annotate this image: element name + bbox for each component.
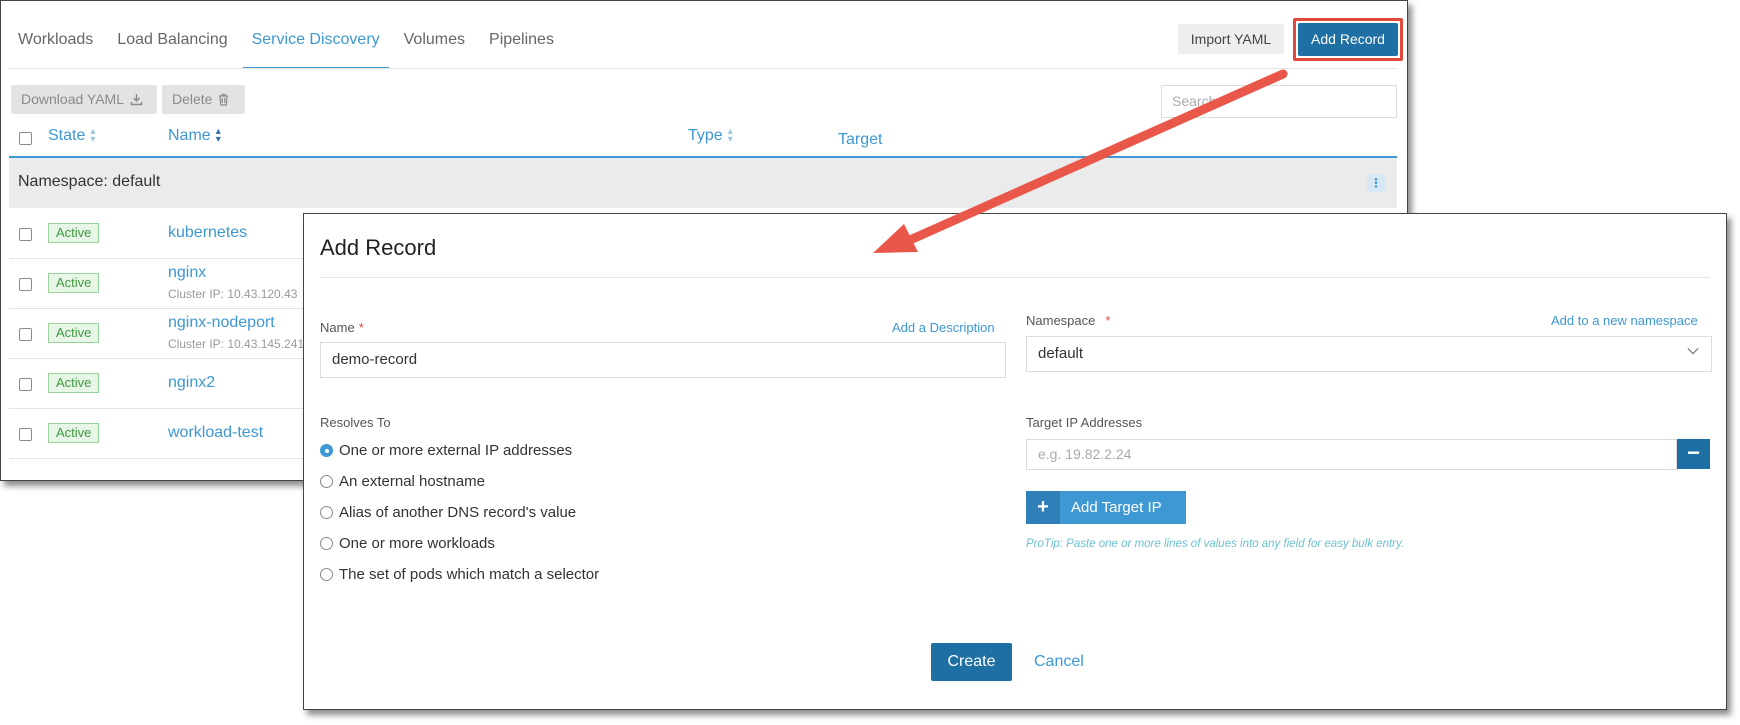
create-button[interactable]: Create bbox=[931, 643, 1012, 681]
radio-pod-selector[interactable]: The set of pods which match a selector bbox=[320, 566, 599, 583]
row-checkbox[interactable] bbox=[19, 328, 32, 341]
cancel-button[interactable]: Cancel bbox=[1034, 653, 1084, 671]
delete-button[interactable]: Delete bbox=[162, 85, 245, 114]
namespace-group-label: Namespace: default bbox=[18, 173, 161, 190]
radio-external-hostname[interactable]: An external hostname bbox=[320, 473, 485, 490]
status-badge: Active bbox=[48, 223, 100, 243]
download-icon bbox=[130, 94, 143, 106]
status-badge: Active bbox=[48, 373, 100, 393]
kebab-menu-icon[interactable]: ⋮ bbox=[1367, 174, 1385, 192]
download-yaml-button[interactable]: Download YAML bbox=[11, 85, 157, 114]
column-type-label: Type bbox=[688, 127, 723, 144]
column-state-label: State bbox=[48, 127, 86, 144]
sort-icon: ▴ ▾ bbox=[215, 126, 221, 145]
column-header-name[interactable]: Name ▴ ▾ bbox=[168, 127, 221, 145]
service-name-link[interactable]: workload-test bbox=[168, 424, 263, 442]
add-record-modal: Add Record Name * Add a Description demo-… bbox=[303, 213, 1727, 710]
select-all-checkbox[interactable] bbox=[19, 132, 32, 145]
namespace-selected-value: default bbox=[1038, 345, 1084, 362]
download-yaml-label: Download YAML bbox=[21, 91, 124, 107]
radio-workloads[interactable]: One or more workloads bbox=[320, 535, 495, 552]
service-name-link[interactable]: kubernetes bbox=[168, 224, 247, 242]
status-badge: Active bbox=[48, 423, 100, 443]
add-namespace-link[interactable]: Add to a new namespace bbox=[1551, 313, 1698, 328]
row-checkbox[interactable] bbox=[19, 228, 32, 241]
radio-external-ips[interactable]: One or more external IP addresses bbox=[320, 442, 572, 459]
required-marker: * bbox=[1105, 313, 1111, 328]
tab-service-discovery[interactable]: Service Discovery bbox=[242, 21, 389, 69]
target-ip-input[interactable]: e.g. 19.82.2.24 bbox=[1026, 439, 1677, 470]
modal-title: Add Record bbox=[320, 235, 437, 260]
row-checkbox[interactable] bbox=[19, 278, 32, 291]
chevron-down-icon bbox=[1687, 348, 1699, 355]
search-input[interactable]: Search bbox=[1161, 85, 1397, 118]
service-name-link[interactable]: nginx bbox=[168, 264, 206, 282]
resolves-to-label: Resolves To bbox=[320, 415, 391, 430]
radio-label: The set of pods which match a selector bbox=[339, 566, 600, 583]
status-badge: Active bbox=[48, 323, 100, 343]
tab-load-balancing[interactable]: Load Balancing bbox=[108, 21, 236, 69]
tab-volumes[interactable]: Volumes bbox=[395, 21, 474, 69]
name-input[interactable]: demo-record bbox=[320, 342, 1006, 378]
add-target-ip-button[interactable]: + Add Target IP bbox=[1026, 491, 1186, 524]
minus-icon: − bbox=[1687, 440, 1700, 465]
nav-tabs: Workloads Load Balancing Service Discove… bbox=[9, 21, 569, 69]
cluster-ip-text: Cluster IP: 10.43.120.43 bbox=[168, 287, 298, 301]
import-yaml-button[interactable]: Import YAML bbox=[1178, 24, 1284, 54]
tab-workloads[interactable]: Workloads bbox=[9, 21, 102, 69]
row-checkbox[interactable] bbox=[19, 428, 32, 441]
radio-button[interactable] bbox=[320, 568, 333, 581]
cluster-ip-text: Cluster IP: 10.43.145.241 bbox=[168, 337, 305, 351]
sort-icon: ▴ ▾ bbox=[90, 126, 96, 145]
namespace-group-row: Namespace: default ⋮ bbox=[9, 158, 1397, 208]
required-marker: * bbox=[358, 320, 364, 335]
column-header-state[interactable]: State ▴ ▾ bbox=[48, 127, 95, 145]
service-name-link[interactable]: nginx-nodeport bbox=[168, 314, 275, 332]
delete-label: Delete bbox=[172, 91, 213, 107]
name-label-text: Name bbox=[320, 320, 355, 335]
protip-text: ProTip: Paste one or more lines of value… bbox=[1026, 538, 1405, 550]
status-badge: Active bbox=[48, 273, 100, 293]
radio-label: One or more external IP addresses bbox=[339, 442, 573, 459]
modal-divider bbox=[320, 277, 1710, 278]
namespace-field-label: Namespace * bbox=[1026, 313, 1110, 328]
sort-icon: ▴ ▾ bbox=[727, 126, 733, 145]
name-field-label: Name * bbox=[320, 320, 364, 335]
column-header-target[interactable]: Target bbox=[838, 131, 882, 149]
namespace-select[interactable]: default bbox=[1026, 336, 1712, 372]
namespace-label-text: Namespace bbox=[1026, 313, 1096, 328]
target-ip-label: Target IP Addresses bbox=[1026, 415, 1143, 430]
radio-label: Alias of another DNS record's value bbox=[339, 504, 577, 521]
column-target-label: Target bbox=[838, 131, 883, 148]
remove-ip-button[interactable]: − bbox=[1677, 439, 1710, 469]
radio-label: One or more workloads bbox=[339, 535, 495, 552]
nav-divider bbox=[9, 68, 1397, 69]
add-description-link[interactable]: Add a Description bbox=[892, 320, 995, 335]
trash-icon bbox=[219, 93, 229, 106]
radio-button[interactable] bbox=[320, 506, 333, 519]
column-header-type[interactable]: Type ▴ ▾ bbox=[688, 127, 733, 145]
radio-button[interactable] bbox=[320, 444, 333, 457]
column-name-label: Name bbox=[168, 127, 211, 144]
tab-pipelines[interactable]: Pipelines bbox=[480, 21, 563, 69]
radio-button[interactable] bbox=[320, 537, 333, 550]
add-target-ip-label: Add Target IP bbox=[1071, 499, 1162, 516]
radio-dns-alias[interactable]: Alias of another DNS record's value bbox=[320, 504, 576, 521]
plus-icon: + bbox=[1026, 491, 1060, 524]
service-name-link[interactable]: nginx2 bbox=[168, 374, 215, 392]
radio-button[interactable] bbox=[320, 475, 333, 488]
row-checkbox[interactable] bbox=[19, 378, 32, 391]
radio-label: An external hostname bbox=[339, 473, 485, 490]
add-record-button[interactable]: Add Record bbox=[1298, 23, 1398, 56]
